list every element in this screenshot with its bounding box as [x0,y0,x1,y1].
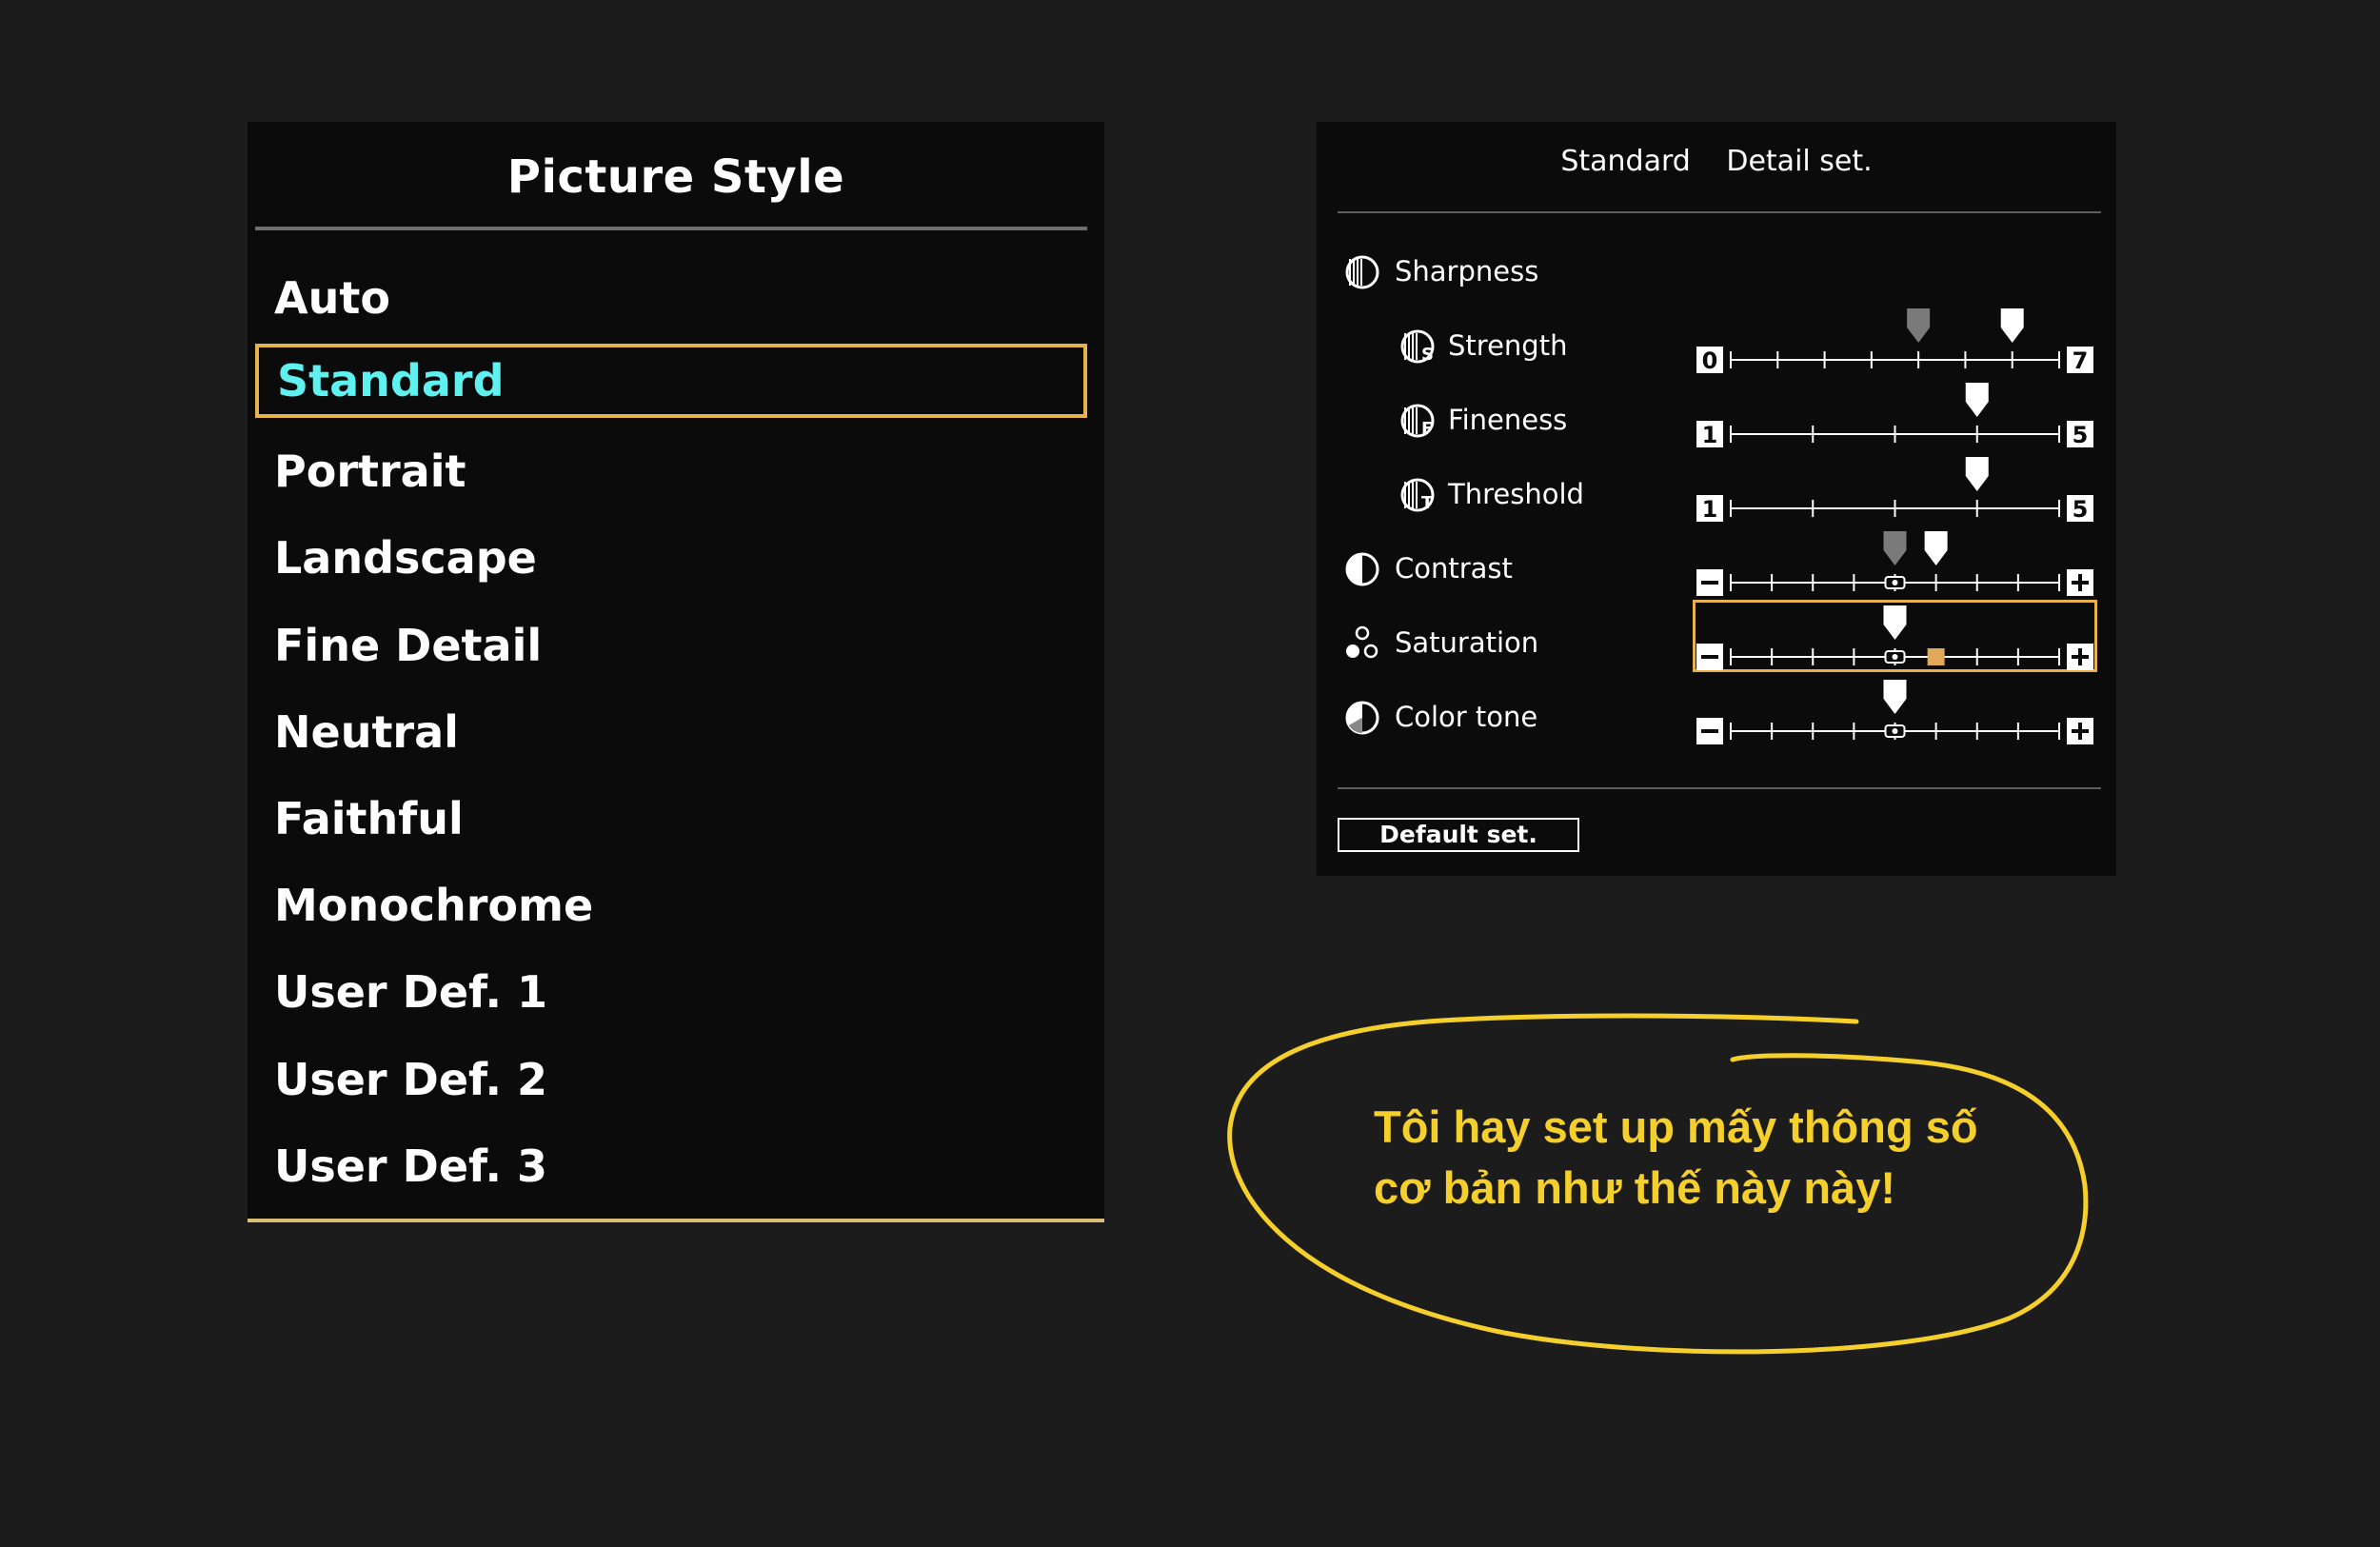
slider-max-label: 5 [2067,495,2093,523]
picture-style-item-user-def-1[interactable]: User Def. 1 [248,949,1104,1036]
detail-set-header: Standard Detail set. [1317,145,2116,178]
slider-center-dot [1892,654,1898,660]
detail-row-label: Color tone [1395,701,1538,733]
detail-set-panel: Standard Detail set. Sharpness S Strength 0… [1317,122,2116,876]
svg-text:1: 1 [1702,496,1718,523]
detail-set-title: Detail set. [1726,145,1873,178]
contrast-icon [1343,550,1381,588]
detail-row-label: Fineness [1448,404,1568,436]
detail-row-saturation[interactable]: Saturation [1317,600,2116,672]
slider-min-label [1696,644,1723,670]
detail-row-color-tone[interactable]: Color tone [1317,680,2116,746]
detail-set-style-name: Standard [1560,145,1691,178]
slider-max-label: 5 [2067,421,2093,448]
picture-style-list: Auto Standard Portrait Landscape Fine Detail… [248,255,1104,1210]
picture-style-item-faithful[interactable]: Faithful [248,776,1104,863]
detail-row-strength[interactable]: S Strength 0 7 [1317,308,2116,375]
slider-handle[interactable] [1924,531,1948,565]
svg-text:S: S [1421,345,1434,365]
detail-row-contrast[interactable]: Contrast [1317,531,2116,598]
slider-handle[interactable] [1883,680,1907,714]
slider-max-label [2067,569,2093,596]
slider-min-label [1696,569,1723,596]
picture-style-item-fine-detail[interactable]: Fine Detail [248,603,1104,689]
contrast-slider[interactable] [1693,526,2097,598]
slider-center-dot [1892,728,1898,734]
picture-style-item-user-def-2[interactable]: User Def. 2 [248,1037,1104,1123]
color-tone-slider[interactable] [1693,674,2097,746]
slider-cursor[interactable] [1927,648,1945,665]
slider-default-marker[interactable] [1883,531,1907,565]
note-line: cơ bản như thế này này! [1374,1162,1895,1213]
slider-handle[interactable] [1883,605,1907,640]
picture-style-panel: Picture Style Auto Standard Portrait Landsc… [248,122,1104,1222]
slider-handle[interactable] [1965,457,1989,491]
title-divider [255,227,1087,230]
slider-handle[interactable] [1965,383,1989,417]
default-set-button[interactable]: Default set. [1338,818,1579,852]
detail-row-label: Threshold [1448,478,1584,510]
slider-handle[interactable] [2000,308,2024,343]
detail-row-threshold[interactable]: T Threshold 1 5 [1317,457,2116,524]
slider-min-label: 0 [1696,347,1723,374]
picture-style-item-user-def-3[interactable]: User Def. 3 [248,1123,1104,1210]
detail-row-sharpness[interactable]: Sharpness [1317,244,2116,301]
fineness-icon: F [1398,402,1437,440]
svg-text:5: 5 [2073,496,2089,523]
picture-style-item-neutral[interactable]: Neutral [248,689,1104,776]
slider-center-dot [1892,580,1898,585]
note-line: Tôi hay set up mấy thông số [1374,1101,1978,1152]
picture-style-item-monochrome[interactable]: Monochrome [248,863,1104,949]
svg-text:5: 5 [2073,422,2089,448]
picture-style-item-standard[interactable]: Standard [255,344,1087,419]
svg-text:0: 0 [1702,347,1718,374]
picture-style-item-landscape[interactable]: Landscape [248,515,1104,602]
slider-max-label [2067,718,2093,744]
strength-icon: S [1398,327,1437,366]
slider-min-label: 1 [1696,421,1723,448]
detail-row-label: Contrast [1395,552,1513,585]
svg-text:T: T [1421,493,1434,513]
detail-row-label: Saturation [1395,626,1539,659]
threshold-icon: T [1398,476,1437,514]
detail-row-label: Sharpness [1395,255,1539,288]
slider-max-label: 7 [2067,347,2093,374]
fineness-slider[interactable]: 15 [1693,377,2097,449]
picture-style-item-portrait[interactable]: Portrait [248,428,1104,515]
saturation-slider[interactable] [1693,600,2097,672]
threshold-slider[interactable]: 15 [1693,451,2097,524]
picture-style-title: Picture Style [506,150,845,204]
color-tone-icon [1343,699,1381,737]
slider-default-marker[interactable] [1907,308,1931,343]
svg-text:F: F [1421,419,1433,439]
detail-row-label: Strength [1448,329,1568,362]
strength-slider[interactable]: 07 [1693,303,2097,375]
slider-min-label: 1 [1696,495,1723,523]
sharpness-icon [1343,253,1381,291]
svg-text:7: 7 [2073,347,2089,374]
saturation-icon [1343,625,1381,663]
svg-text:1: 1 [1702,422,1718,448]
slider-max-label [2067,644,2093,670]
header-divider [1338,211,2101,213]
footer-divider [1338,787,2101,789]
picture-style-item-auto[interactable]: Auto [248,255,1104,342]
note-text: Tôi hay set up mấy thông số cơ bản như t… [1374,1097,2040,1219]
detail-row-fineness[interactable]: F Fineness 1 5 [1317,383,2116,449]
slider-min-label [1696,718,1723,744]
